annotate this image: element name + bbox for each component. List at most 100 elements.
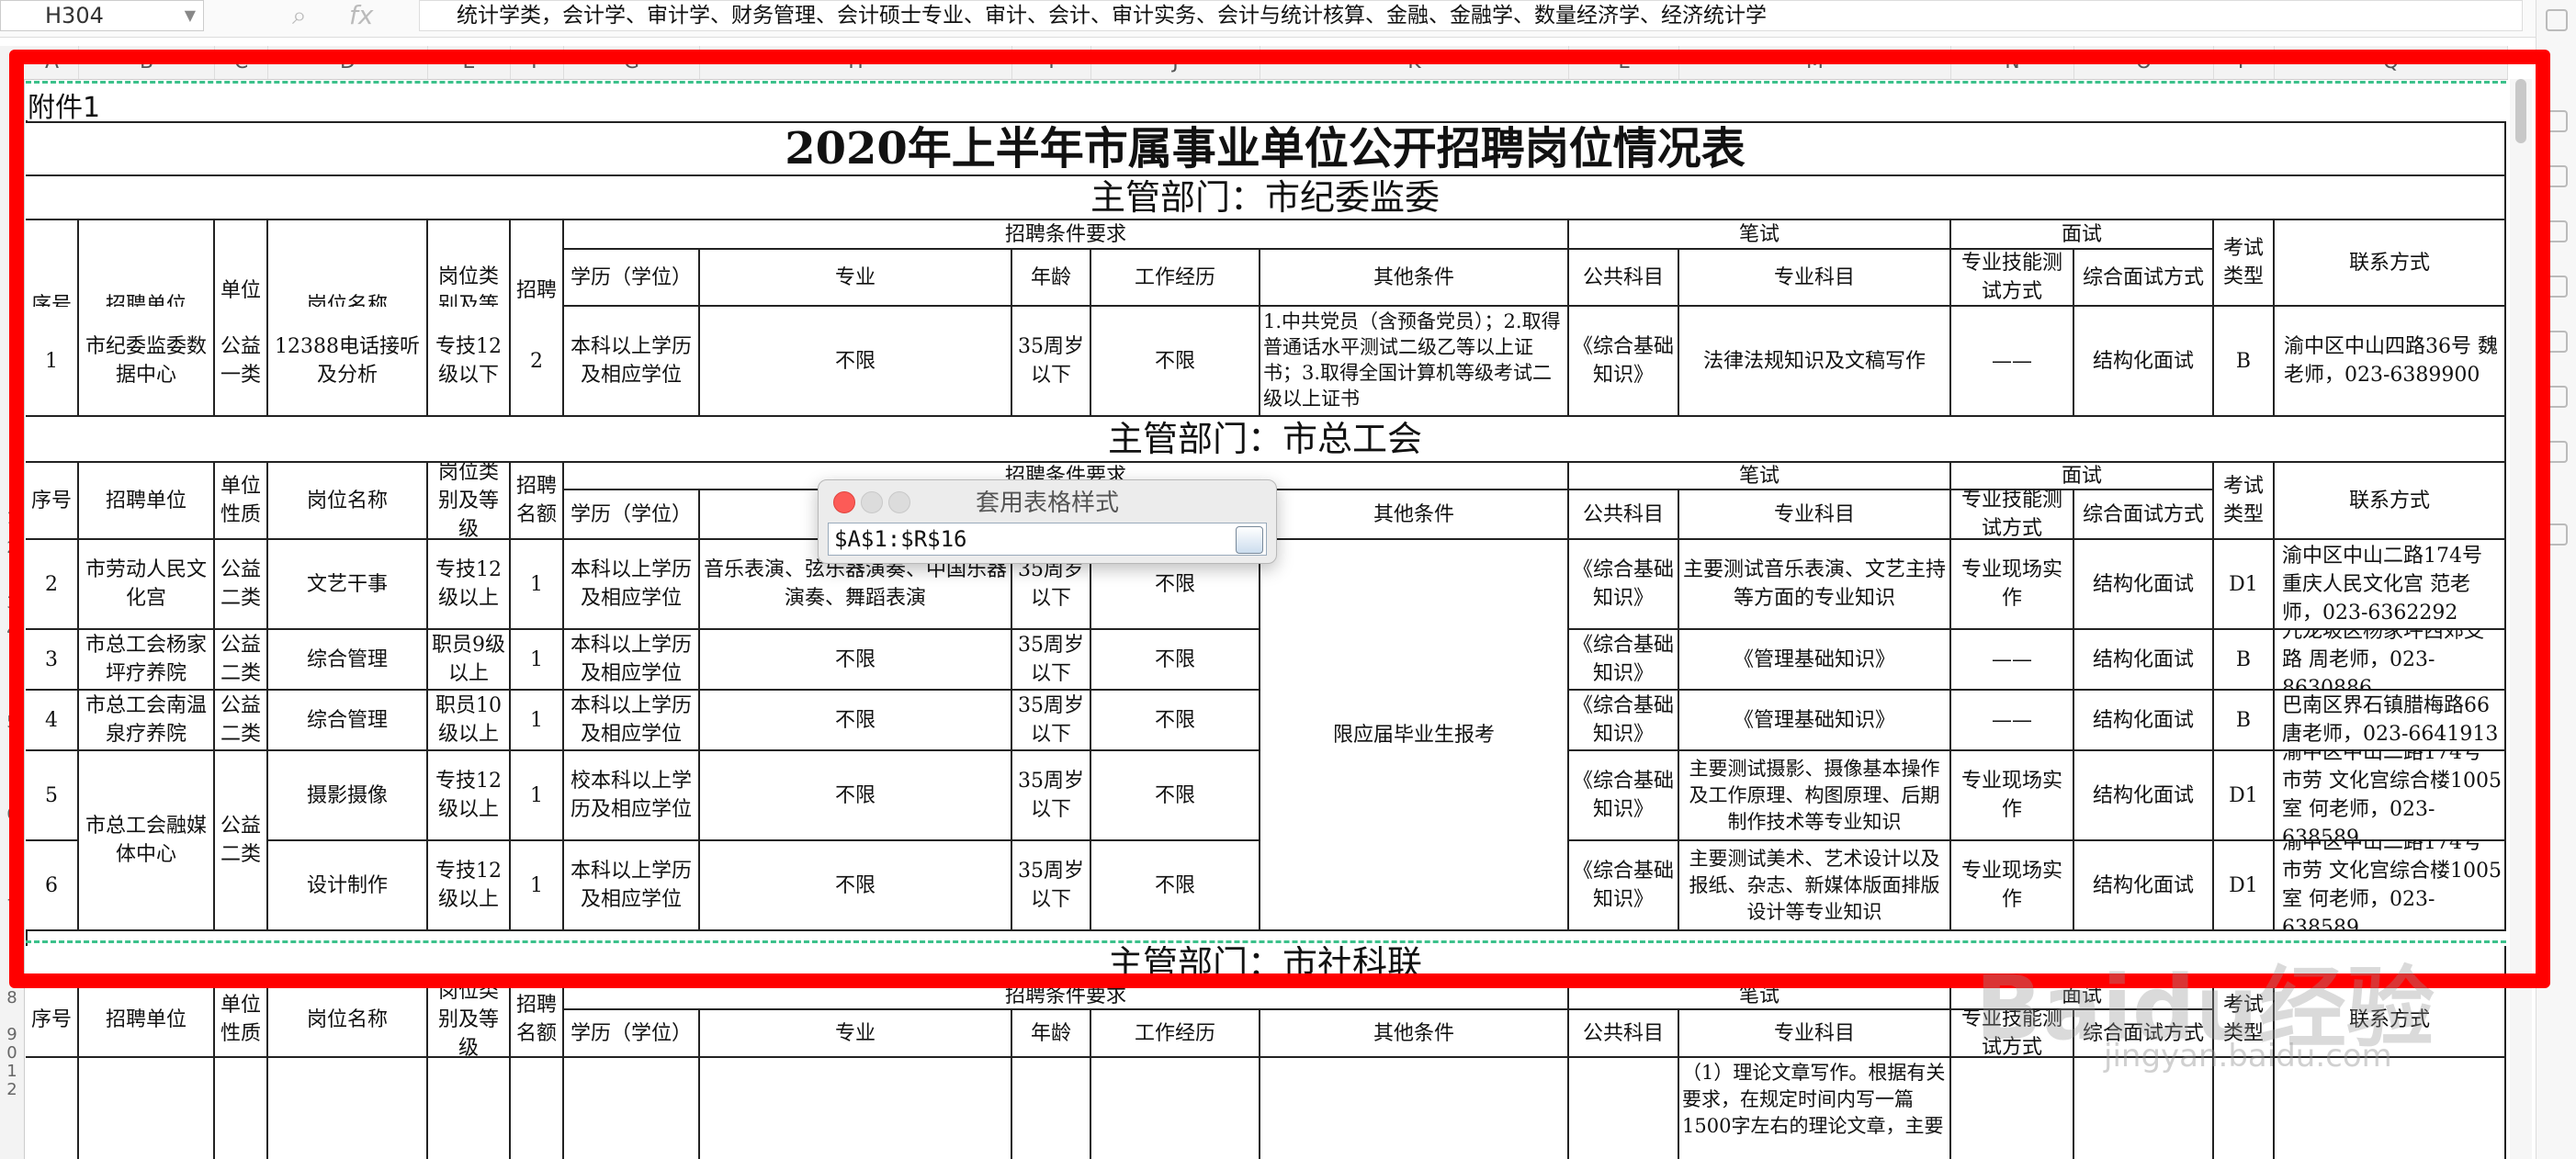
header-pro-subject[interactable]: 专业科目 <box>1679 250 1951 307</box>
header-pro-subject[interactable]: 专业科目 <box>1679 1010 1951 1058</box>
cell-skill[interactable]: —— <box>1951 691 2074 751</box>
column-header-n[interactable]: N <box>1951 46 2074 79</box>
header-exam-type[interactable]: 考试类型 <box>2214 463 2275 540</box>
header-written[interactable]: 笔试 <box>1569 983 1951 1010</box>
cell-pro-subject[interactable]: 《管理基础知识》 <box>1679 630 1951 691</box>
row-number[interactable]: 3 <box>0 593 24 613</box>
cell-empty[interactable] <box>700 1058 1012 1159</box>
cell-education[interactable]: 校本科以上学历及相应学位 <box>564 751 700 841</box>
header-post[interactable]: 岗位名称 <box>268 983 428 1058</box>
cell-interview[interactable]: 结构化面试 <box>2074 307 2214 417</box>
cell-major[interactable]: 不限 <box>700 691 1012 751</box>
cell-public-subject[interactable]: 《综合基础知识》 <box>1569 307 1679 417</box>
column-header-c[interactable]: C <box>215 46 268 79</box>
cell-public-subject[interactable]: 《综合基础知识》 <box>1569 540 1679 630</box>
toolbar-icon[interactable] <box>2546 9 2568 31</box>
header-public-subject[interactable]: 公共科目 <box>1569 1010 1679 1058</box>
cell-grade[interactable]: 专技12级以上 <box>428 841 511 931</box>
cell-nature[interactable]: 公益二类 <box>215 540 268 630</box>
chevron-down-icon[interactable]: ▼ <box>185 1 196 30</box>
cell-quota[interactable]: 1 <box>511 751 564 841</box>
cell-education[interactable]: 本科以上学历及相应学位 <box>564 691 700 751</box>
cell-interview[interactable]: 结构化面试 <box>2074 540 2214 630</box>
row-number[interactable]: 4 <box>0 621 24 640</box>
range-select-icon[interactable] <box>1236 526 1263 554</box>
cell-skill[interactable]: —— <box>1951 630 2074 691</box>
header-post[interactable]: 岗位名称 <box>268 463 428 540</box>
toolbar-icon[interactable] <box>2546 523 2568 546</box>
cell-major[interactable]: 不限 <box>700 841 1012 931</box>
header-experience[interactable]: 工作经历 <box>1091 1010 1260 1058</box>
header-exam-type[interactable]: 考试类型 <box>2214 220 2275 307</box>
cell-quota[interactable]: 1 <box>511 841 564 931</box>
cell-exam-type[interactable]: B <box>2214 691 2275 751</box>
cell-contact[interactable]: 渝中区中山四路36号 魏老师，023-6389900 <box>2275 307 2506 417</box>
column-header-f[interactable]: F <box>511 46 564 79</box>
cell-contact[interactable]: 渝中区中山二路174号市劳 文化宫综合楼1005室 何老师，023-638589 <box>2275 841 2506 931</box>
cell-skill[interactable]: 专业现场实作 <box>1951 540 2074 630</box>
cell-unit[interactable]: 市总工会南温泉疗养院 <box>79 691 215 751</box>
cell-empty[interactable] <box>215 1058 268 1159</box>
header-general-interview[interactable]: 综合面试方式 <box>2074 250 2214 307</box>
row-number[interactable]: 5 <box>0 713 24 732</box>
cell-experience[interactable]: 不限 <box>1091 751 1260 841</box>
cell-education[interactable]: 本科以上学历及相应学位 <box>564 540 700 630</box>
cell-age[interactable]: 35周岁以下 <box>1012 751 1091 841</box>
cell-grade[interactable]: 专技12级以下 <box>428 307 511 417</box>
cell-other-merged[interactable]: 限应届毕业生报考 <box>1260 540 1569 931</box>
name-box[interactable]: H304 ▼ <box>0 0 204 31</box>
row-number[interactable]: 9 <box>0 1025 24 1044</box>
cell-age[interactable]: 35周岁以下 <box>1012 841 1091 931</box>
cell-seq[interactable]: 5 <box>26 751 79 841</box>
toolbar-icon[interactable] <box>2546 276 2568 298</box>
header-quota[interactable]: 招聘名额 <box>511 463 564 540</box>
row-number[interactable]: 0 <box>0 1043 24 1063</box>
column-header-d[interactable]: D <box>268 46 428 79</box>
row-number[interactable]: 2 <box>0 1080 24 1099</box>
cell-nature[interactable]: 公益二类 <box>215 630 268 691</box>
formula-input[interactable]: 统计学类，会计学、审计学、财务管理、会计硕士专业、审计、会计、审计实务、会计与统… <box>419 0 2523 31</box>
cell-education[interactable]: 本科以上学历及相应学位 <box>564 630 700 691</box>
cell-experience[interactable]: 不限 <box>1091 841 1260 931</box>
cell-empty[interactable] <box>1260 1058 1569 1159</box>
cell-grade[interactable]: 职员9级以上 <box>428 630 511 691</box>
fx-icon[interactable]: fx <box>349 0 373 31</box>
cell-skill[interactable]: 专业现场实作 <box>1951 841 2074 931</box>
cell-pro-subject[interactable]: 法律法规知识及文稿写作 <box>1679 307 1951 417</box>
header-other[interactable]: 其他条件 <box>1260 490 1569 540</box>
cell-age[interactable]: 35周岁以下 <box>1012 691 1091 751</box>
cell-exam-type[interactable]: D1 <box>2214 540 2275 630</box>
header-unit[interactable]: 招聘单位 <box>79 463 215 540</box>
cell-major[interactable]: 不限 <box>700 751 1012 841</box>
column-header-k[interactable]: K <box>1260 46 1569 79</box>
cell-experience[interactable]: 不限 <box>1091 691 1260 751</box>
row-number[interactable]: 7 <box>0 896 24 916</box>
header-interview[interactable]: 面试 <box>1951 463 2214 490</box>
cell-major[interactable]: 不限 <box>700 307 1012 417</box>
cell-post[interactable]: 设计制作 <box>268 841 428 931</box>
cell-empty[interactable] <box>564 1058 700 1159</box>
cell-empty[interactable] <box>1091 1058 1260 1159</box>
cell-post[interactable]: 文艺干事 <box>268 540 428 630</box>
cell-education[interactable]: 本科以上学历及相应学位 <box>564 307 700 417</box>
cell-exam-type[interactable]: B <box>2214 630 2275 691</box>
header-seq[interactable]: 序号 <box>26 983 79 1058</box>
column-header-g[interactable]: G <box>564 46 700 79</box>
cell-post[interactable]: 综合管理 <box>268 691 428 751</box>
cell-quota[interactable]: 1 <box>511 630 564 691</box>
attachment-label[interactable]: 附件1 <box>28 84 100 125</box>
row-number[interactable]: 1 <box>0 1062 24 1081</box>
cell-seq[interactable]: 6 <box>26 841 79 931</box>
column-header-i[interactable]: I <box>1012 46 1091 79</box>
cell-empty[interactable] <box>428 1058 511 1159</box>
cell-nature[interactable]: 公益二类 <box>215 691 268 751</box>
cell-nature-merged[interactable]: 公益二类 <box>215 751 268 931</box>
toolbar-icon[interactable] <box>2546 165 2568 187</box>
column-header-j[interactable]: J <box>1091 46 1260 79</box>
cell-empty[interactable] <box>26 1058 79 1159</box>
header-age[interactable]: 年龄 <box>1012 1010 1091 1058</box>
cell-pro-subject[interactable]: 主要测试摄影、摄像基本操作及工作原理、构图原理、后期制作技术等专业知识 <box>1679 751 1951 841</box>
cell-empty[interactable] <box>1012 1058 1091 1159</box>
cell-post[interactable]: 摄影摄像 <box>268 751 428 841</box>
cell-seq[interactable]: 2 <box>26 540 79 630</box>
